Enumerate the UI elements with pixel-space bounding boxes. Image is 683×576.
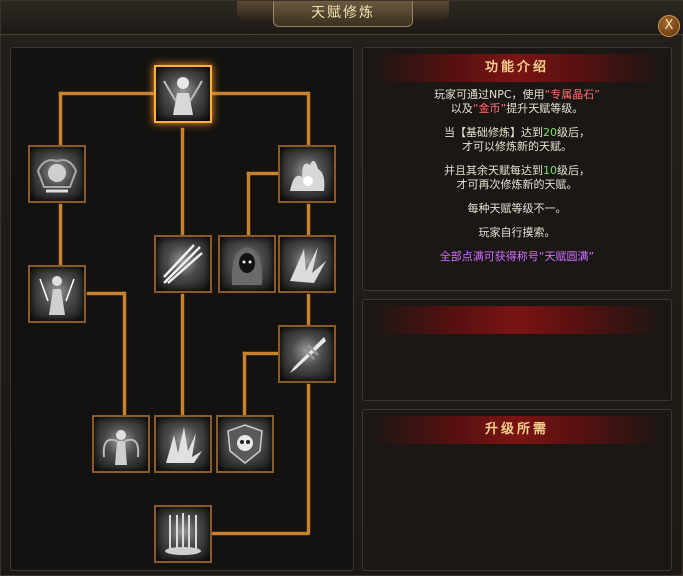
coin-name: “金币” xyxy=(472,102,507,115)
winged-idol-icon xyxy=(36,159,78,193)
intro-p3-prefix: 并且其余天赋每达到 xyxy=(444,164,543,177)
connector xyxy=(59,92,155,95)
skill-right-1[interactable] xyxy=(278,145,336,203)
skill-right-3[interactable] xyxy=(278,325,336,383)
title-ornament-left xyxy=(237,1,277,21)
flame-burst-icon xyxy=(290,160,325,191)
connector xyxy=(211,92,309,95)
intro-header: 功能介绍 xyxy=(484,60,549,75)
intro-p3-line2: 才可再次修炼新的天赋。 xyxy=(456,178,578,191)
intro-p1-prefix: 玩家可通过NPC，使用 xyxy=(434,88,545,101)
detail-panel xyxy=(362,299,672,401)
skill-mid-2[interactable] xyxy=(218,235,276,293)
title-reward-text: 全部点满可获得称号“天赋圆满” xyxy=(439,250,595,263)
detail-header-bg xyxy=(371,306,663,334)
intro-p2-line2: 才可以修炼新的天赋。 xyxy=(462,140,572,153)
light-blades-icon xyxy=(163,244,203,284)
connector xyxy=(307,92,310,147)
skill-left-1[interactable] xyxy=(28,145,86,203)
connector xyxy=(307,204,310,236)
level-value: 20 xyxy=(543,126,557,139)
connector xyxy=(123,292,126,416)
spike-burst-icon xyxy=(166,427,202,463)
title-bar: 天赋修炼 xyxy=(1,1,683,35)
feather-burst-icon xyxy=(290,247,326,283)
connector xyxy=(181,128,184,236)
connector xyxy=(243,352,279,355)
intro-p1-suffix: 提升天赋等级。 xyxy=(506,102,584,115)
talent-tree-panel xyxy=(10,47,354,571)
figure-strike-icon xyxy=(39,276,75,315)
skill-mid-1[interactable] xyxy=(154,235,212,293)
intro-p2-suffix: 级后， xyxy=(557,126,590,139)
connector xyxy=(181,294,184,416)
pillar-storm-icon xyxy=(165,513,201,555)
title-ornament-right xyxy=(409,1,449,21)
connector xyxy=(247,172,250,236)
skill-bottom-3[interactable] xyxy=(216,415,274,473)
figure-icon xyxy=(163,77,203,115)
intro-p3-suffix: 级后， xyxy=(557,164,590,177)
connector xyxy=(243,352,246,416)
upgrade-panel: 升级所需 xyxy=(362,409,672,571)
winged-figure-icon xyxy=(102,430,140,465)
root-skill[interactable] xyxy=(154,65,212,123)
intro-p4: 每种天赋等级不一。 xyxy=(467,202,567,215)
skill-right-2[interactable] xyxy=(278,235,336,293)
talent-window: 天赋修炼 X 功能介绍 玩家可通过NPC，使用“专属晶石” 以及“金币”提升天赋… xyxy=(0,0,683,576)
connector xyxy=(211,532,309,535)
connector xyxy=(59,204,62,267)
item-name: “专属晶石” xyxy=(544,88,600,101)
connector xyxy=(307,384,310,534)
skill-left-2[interactable] xyxy=(28,265,86,323)
intro-p5: 玩家自行摸索。 xyxy=(478,226,556,239)
window-title: 天赋修炼 xyxy=(273,1,413,27)
intro-p1-mid: 以及 xyxy=(450,102,473,115)
connector xyxy=(307,294,310,326)
skill-final[interactable] xyxy=(154,505,212,563)
shadow-hood-icon xyxy=(231,247,263,285)
intro-p2-prefix: 当【基础修炼】达到 xyxy=(444,126,543,139)
upgrade-header: 升级所需 xyxy=(484,422,549,437)
drill-strike-icon xyxy=(290,337,326,373)
connector xyxy=(247,172,279,175)
intro-text: 玩家可通过NPC，使用“专属晶石” 以及“金币”提升天赋等级。 当【基础修炼】达… xyxy=(373,88,661,274)
skull-shield-icon xyxy=(227,424,263,464)
intro-panel: 功能介绍 玩家可通过NPC，使用“专属晶石” 以及“金币”提升天赋等级。 当【基… xyxy=(362,47,672,291)
level-value: 10 xyxy=(543,164,557,177)
close-button[interactable]: X xyxy=(658,15,680,37)
connector xyxy=(59,92,62,147)
skill-bottom-1[interactable] xyxy=(92,415,150,473)
skill-bottom-2[interactable] xyxy=(154,415,212,473)
connector xyxy=(87,292,125,295)
